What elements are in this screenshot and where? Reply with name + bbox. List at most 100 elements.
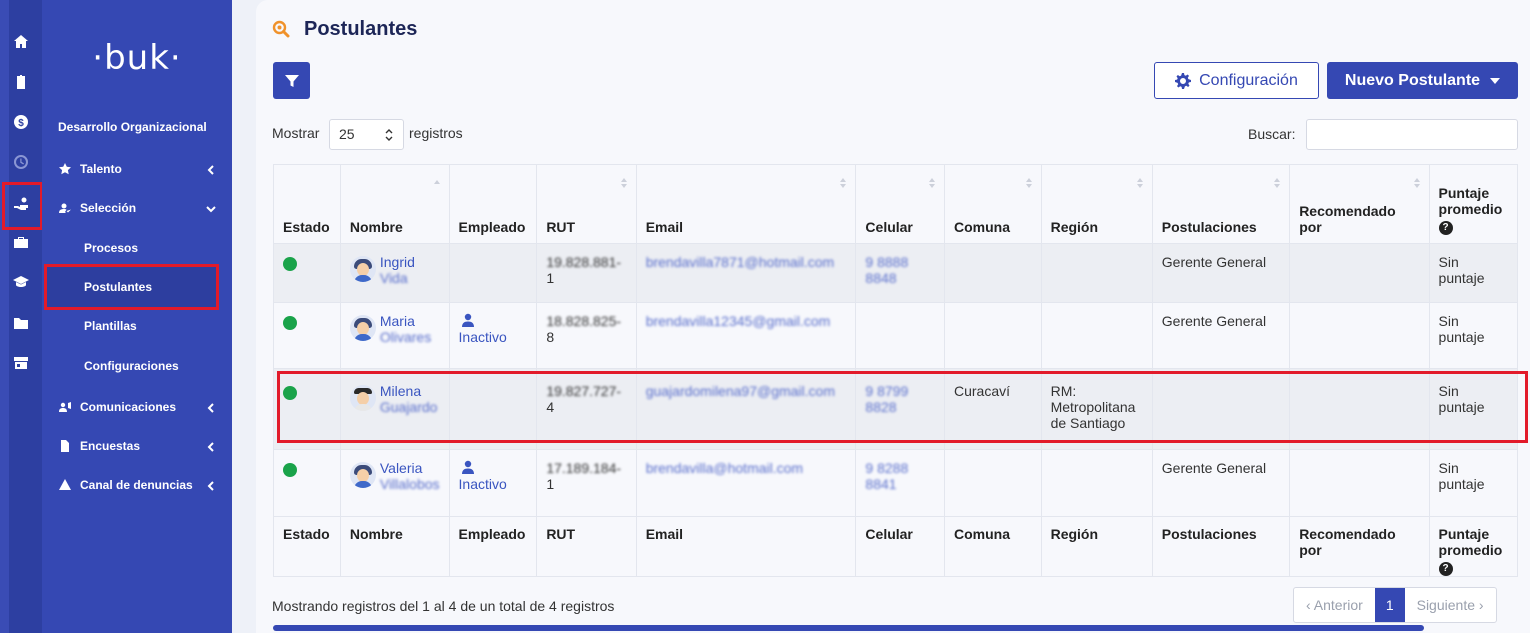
foot-celular: Celular [855, 516, 945, 577]
col-recomendado[interactable]: Recomendado por [1289, 164, 1430, 244]
configuration-button[interactable]: Configuración [1154, 62, 1319, 99]
col-empleado[interactable]: Empleado [448, 164, 538, 244]
phone-link-2[interactable]: 8841 [865, 476, 896, 492]
col-nombre[interactable]: Nombre [339, 164, 450, 244]
filter-button[interactable] [273, 62, 310, 99]
dollar-icon[interactable]: $ [10, 111, 32, 133]
status-active-dot [283, 257, 297, 271]
region-cell [1040, 449, 1153, 517]
foot-region: Región [1040, 516, 1153, 577]
sort-icon [1413, 178, 1420, 188]
sidebar-item-comunicaciones[interactable]: Comunicaciones [58, 396, 216, 418]
search-label: Buscar: [1248, 126, 1296, 142]
col-estado[interactable]: Estado [273, 164, 341, 244]
phone-cell: 9 8288 8841 [855, 449, 945, 517]
table-footer-row: Estado Nombre Empleado RUT Email Celular… [273, 516, 1519, 577]
col-postulaciones[interactable]: Postulaciones [1151, 164, 1291, 244]
applicant-name-link[interactable]: Ingrid [380, 254, 415, 270]
sort-asc-icon [433, 180, 440, 184]
email-cell: brendavilla@hotmail.com [635, 449, 857, 517]
warning-icon [58, 478, 72, 492]
email-cell: brendavilla7871@hotmail.com [635, 243, 857, 303]
icon-rail: $ [0, 0, 43, 633]
page-1-button[interactable]: 1 [1374, 588, 1405, 622]
employee-status-link[interactable]: Inactivo [459, 329, 528, 345]
rut-value: 19.828.881- [546, 254, 622, 270]
caret-down-icon [1490, 77, 1501, 84]
briefcase-icon[interactable] [10, 231, 32, 253]
question-icon[interactable]: ? [1438, 562, 1453, 576]
rail-strip [0, 0, 9, 633]
graduation-cap-icon[interactable] [10, 271, 32, 293]
name-cell: Maria Olivares [339, 302, 450, 369]
status-active-dot [283, 316, 297, 330]
email-link[interactable]: brendavilla12345@gmail.com [646, 313, 831, 329]
phone-link[interactable]: 9 8888 [865, 254, 908, 270]
sidebar-item-encuestas[interactable]: Encuestas [58, 435, 216, 457]
col-rut[interactable]: RUT [536, 164, 637, 244]
sidebar-item-talento[interactable]: Talento [58, 158, 216, 180]
rut-value: 18.828.825- [546, 313, 622, 329]
next-page-button[interactable]: Siguiente › [1405, 588, 1496, 622]
avatar [349, 462, 376, 488]
store-icon[interactable] [10, 352, 32, 374]
region-cell [1040, 302, 1153, 369]
email-link[interactable]: brendavilla@hotmail.com [646, 460, 803, 476]
sidebar-subitem-procesos[interactable]: Procesos [84, 241, 138, 255]
chevron-down-icon [206, 203, 216, 213]
document-icon [58, 439, 72, 453]
question-icon[interactable]: ? [1438, 221, 1453, 235]
phone-cell [855, 302, 945, 369]
col-puntaje[interactable]: Puntaje promedio ? [1428, 164, 1519, 244]
chevron-left-icon [206, 402, 216, 413]
name-cell: Ingrid Vida [339, 243, 450, 303]
sidebar-subitem-configuraciones[interactable]: Configuraciones [84, 359, 179, 373]
home-icon[interactable] [10, 31, 32, 53]
search-user-icon [272, 20, 290, 38]
applicant-surname: Olivares [379, 329, 432, 345]
sidebar-subitem-postulantes[interactable]: Postulantes [84, 280, 152, 294]
name-cell: Valeria Villalobos [339, 449, 450, 517]
comuna-cell [943, 243, 1042, 303]
status-cell [273, 302, 341, 369]
updown-chevron-icon [385, 129, 393, 141]
employee-cell: Inactivo [448, 449, 538, 517]
foot-puntaje: Puntaje promedio ? [1428, 516, 1519, 577]
clipboard-icon[interactable] [10, 71, 32, 93]
phone-cell: 9 8888 8848 [855, 243, 945, 303]
applicant-name-link[interactable]: Valeria [380, 460, 423, 476]
col-region[interactable]: Región [1040, 164, 1153, 244]
sidebar-item-seleccion[interactable]: Selección [58, 197, 216, 219]
configuration-label: Configuración [1199, 71, 1298, 89]
col-celular[interactable]: Celular [855, 164, 945, 244]
sidebar-subitem-plantillas[interactable]: Plantillas [84, 319, 137, 333]
new-applicant-button[interactable]: Nuevo Postulante [1327, 62, 1518, 99]
rut-check-digit: 1 [546, 476, 555, 492]
col-email[interactable]: Email [635, 164, 857, 244]
email-link[interactable]: brendavilla7871@hotmail.com [646, 254, 835, 270]
svg-text:$: $ [18, 118, 24, 129]
search-input[interactable] [1306, 119, 1518, 150]
buk-logo[interactable]: ·buk· [42, 38, 232, 78]
prev-page-button[interactable]: ‹ Anterior [1294, 588, 1375, 622]
sort-icon [1025, 178, 1032, 188]
chevron-left-icon [206, 441, 216, 452]
page-size-select[interactable]: 25 [329, 119, 404, 150]
status-cell [273, 243, 341, 303]
sort-icon [840, 178, 847, 188]
col-comuna[interactable]: Comuna [943, 164, 1042, 244]
postulaciones-cell: Gerente General [1151, 302, 1291, 369]
folder-icon[interactable] [10, 312, 32, 334]
applicant-name-link[interactable]: Maria [380, 313, 415, 329]
employee-cell [448, 243, 538, 303]
phone-link-2[interactable]: 8848 [865, 270, 896, 286]
clock-icon[interactable] [10, 151, 32, 173]
puntaje-cell: Sin puntaje [1428, 449, 1519, 517]
horizontal-scrollbar[interactable] [273, 625, 1424, 631]
region-cell [1040, 243, 1153, 303]
phone-link[interactable]: 9 8288 [865, 460, 908, 476]
sidebar-item-canal-denuncias[interactable]: Canal de denuncias [58, 474, 216, 496]
chevron-left-icon [206, 480, 216, 491]
employee-status-link[interactable]: Inactivo [459, 476, 528, 492]
foot-rut: RUT [536, 516, 637, 577]
